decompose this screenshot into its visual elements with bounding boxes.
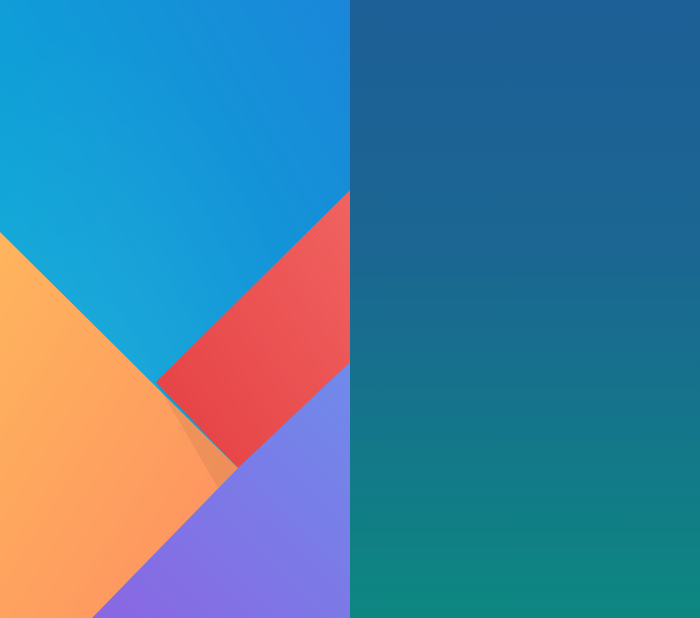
geometric-wallpaper-art <box>0 0 350 618</box>
geometric-wallpaper-panel[interactable] <box>0 0 350 618</box>
wallpaper-preview-canvas <box>0 0 700 618</box>
gradient-wallpaper-art <box>350 0 700 618</box>
teal-gradient-background <box>350 0 700 618</box>
gradient-wallpaper-panel[interactable] <box>350 0 700 618</box>
